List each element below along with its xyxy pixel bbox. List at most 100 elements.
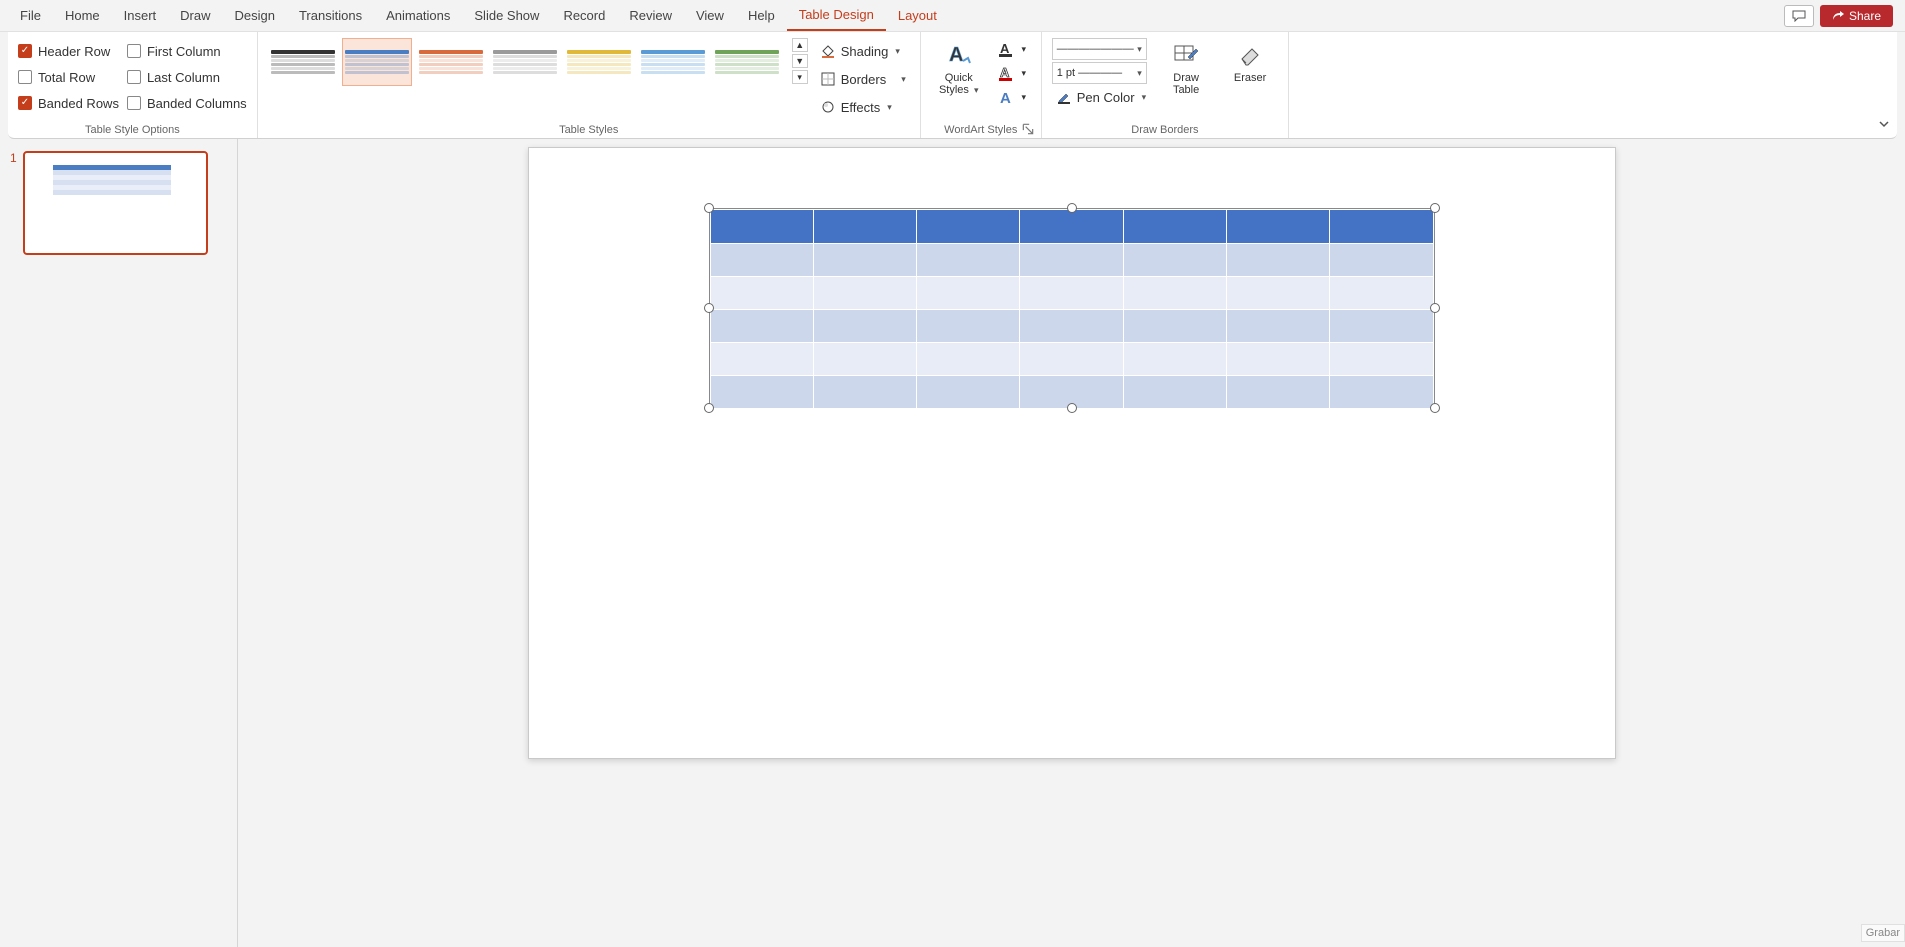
tab-review[interactable]: Review xyxy=(617,0,684,31)
resize-handle-middle-right[interactable] xyxy=(1430,303,1440,313)
tab-insert[interactable]: Insert xyxy=(112,0,169,31)
comment-icon xyxy=(1792,10,1806,22)
table-row[interactable] xyxy=(710,310,1433,343)
wordart-dialog-launcher[interactable] xyxy=(1021,122,1035,136)
quick-styles-button[interactable]: A Quick Styles ▾ xyxy=(931,38,987,98)
draw-table-label: Draw Table xyxy=(1162,72,1210,96)
resize-handle-top-left[interactable] xyxy=(704,203,714,213)
table-style-thumb-0[interactable] xyxy=(268,38,338,86)
shading-label: Shading xyxy=(841,44,889,59)
shading-button[interactable]: Shading▾ xyxy=(816,38,910,64)
tab-table-design[interactable]: Table Design xyxy=(787,0,886,31)
eraser-button[interactable]: Eraser xyxy=(1222,38,1278,86)
quick-styles-icon: A xyxy=(945,41,973,69)
tab-draw[interactable]: Draw xyxy=(168,0,222,31)
text-fill-icon: A xyxy=(997,40,1015,58)
borders-button[interactable]: Borders▾ xyxy=(816,66,910,92)
table-row[interactable] xyxy=(710,210,1433,244)
text-outline-button[interactable]: A▾ xyxy=(995,62,1031,84)
table-row[interactable] xyxy=(710,277,1433,310)
gallery-more-button[interactable]: ▾ xyxy=(792,70,808,84)
status-bar-record[interactable]: Grabar xyxy=(1861,924,1905,942)
group-draw-borders: ———————▾ 1 pt ————▾ Pen Color▾ Draw Tabl… xyxy=(1042,32,1289,138)
pen-color-label: Pen Color xyxy=(1077,90,1135,105)
pen-weight-value: 1 pt ———— xyxy=(1057,67,1122,79)
eraser-label: Eraser xyxy=(1234,72,1266,84)
resize-handle-bottom-right[interactable] xyxy=(1430,403,1440,413)
table-style-thumb-1[interactable] xyxy=(342,38,412,86)
resize-handle-middle-left[interactable] xyxy=(704,303,714,313)
table-style-thumb-2[interactable] xyxy=(416,38,486,86)
label-first-column: First Column xyxy=(147,44,221,59)
effects-button[interactable]: Effects▾ xyxy=(816,94,910,120)
table-style-thumb-5[interactable] xyxy=(638,38,708,86)
chevron-down-icon xyxy=(1877,117,1891,131)
ribbon: Header Row Total Row Banded Rows First C… xyxy=(8,32,1897,139)
text-effects-button[interactable]: A▾ xyxy=(995,86,1031,108)
text-outline-icon: A xyxy=(997,64,1015,82)
tab-record[interactable]: Record xyxy=(551,0,617,31)
svg-text:A: A xyxy=(1000,41,1010,56)
checkbox-banded-columns[interactable]: Banded Columns xyxy=(127,90,247,116)
checkbox-total-row[interactable]: Total Row xyxy=(18,64,119,90)
label-banded-columns: Banded Columns xyxy=(147,96,247,111)
checkbox-banded-rows[interactable]: Banded Rows xyxy=(18,90,119,116)
collapse-ribbon-button[interactable] xyxy=(1877,117,1891,134)
resize-handle-bottom-left[interactable] xyxy=(704,403,714,413)
draw-table-button[interactable]: Draw Table xyxy=(1158,38,1214,98)
effects-label: Effects xyxy=(841,100,881,115)
slide-editor[interactable] xyxy=(238,139,1905,947)
svg-text:A: A xyxy=(1000,90,1011,106)
slide-table[interactable] xyxy=(710,209,1434,409)
table-style-thumb-4[interactable] xyxy=(564,38,634,86)
checkbox-last-column[interactable]: Last Column xyxy=(127,64,247,90)
table-row[interactable] xyxy=(710,244,1433,277)
eraser-icon xyxy=(1236,41,1264,69)
share-label: Share xyxy=(1849,9,1881,23)
slide-thumbnail-pane[interactable]: 1 xyxy=(0,139,238,947)
group-label-draw-borders: Draw Borders xyxy=(1052,124,1278,136)
group-wordart-styles: A Quick Styles ▾ A▾ A▾ A▾ WordArt Styles xyxy=(921,32,1042,138)
tab-view[interactable]: View xyxy=(684,0,736,31)
pen-style-combo[interactable]: ———————▾ xyxy=(1052,38,1147,60)
table-style-thumb-3[interactable] xyxy=(490,38,560,86)
share-icon xyxy=(1832,10,1844,22)
checkbox-first-column[interactable]: First Column xyxy=(127,38,247,64)
slide-thumbnail-1[interactable] xyxy=(23,151,208,255)
pen-style-value: ——————— xyxy=(1057,43,1134,55)
workspace: 1 xyxy=(0,139,1905,947)
resize-handle-bottom-middle[interactable] xyxy=(1067,403,1077,413)
label-banded-rows: Banded Rows xyxy=(38,96,119,111)
share-button[interactable]: Share xyxy=(1820,5,1893,27)
pen-color-button[interactable]: Pen Color▾ xyxy=(1052,86,1150,108)
text-fill-button[interactable]: A▾ xyxy=(995,38,1031,60)
tab-help[interactable]: Help xyxy=(736,0,787,31)
table-selection-frame[interactable] xyxy=(709,208,1435,408)
checkbox-header-row[interactable]: Header Row xyxy=(18,38,119,64)
borders-icon xyxy=(820,71,836,87)
slide-canvas[interactable] xyxy=(528,147,1616,759)
tab-home[interactable]: Home xyxy=(53,0,112,31)
resize-handle-top-right[interactable] xyxy=(1430,203,1440,213)
tab-transitions[interactable]: Transitions xyxy=(287,0,374,31)
gallery-scroll-down[interactable]: ▼ xyxy=(792,54,808,68)
table-row[interactable] xyxy=(710,343,1433,376)
pen-color-icon xyxy=(1056,89,1072,105)
tab-animations[interactable]: Animations xyxy=(374,0,462,31)
tab-slideshow[interactable]: Slide Show xyxy=(462,0,551,31)
label-last-column: Last Column xyxy=(147,70,220,85)
tab-layout[interactable]: Layout xyxy=(886,0,949,31)
gallery-scroll-up[interactable]: ▲ xyxy=(792,38,808,52)
table-style-thumb-6[interactable] xyxy=(712,38,782,86)
tab-file[interactable]: File xyxy=(8,0,53,31)
group-label-style-options: Table Style Options xyxy=(18,124,247,136)
thumbnail-preview xyxy=(53,165,171,195)
pen-weight-combo[interactable]: 1 pt ————▾ xyxy=(1052,62,1147,84)
group-label-wordart: WordArt Styles xyxy=(931,124,1031,136)
group-table-style-options: Header Row Total Row Banded Rows First C… xyxy=(8,32,258,138)
tab-design[interactable]: Design xyxy=(223,0,287,31)
draw-table-icon xyxy=(1172,41,1200,69)
resize-handle-top-middle[interactable] xyxy=(1067,203,1077,213)
comments-button[interactable] xyxy=(1784,5,1814,27)
group-table-styles: ▲ ▼ ▾ Shading▾ Borders▾ Effects▾ Tabl xyxy=(258,32,921,138)
